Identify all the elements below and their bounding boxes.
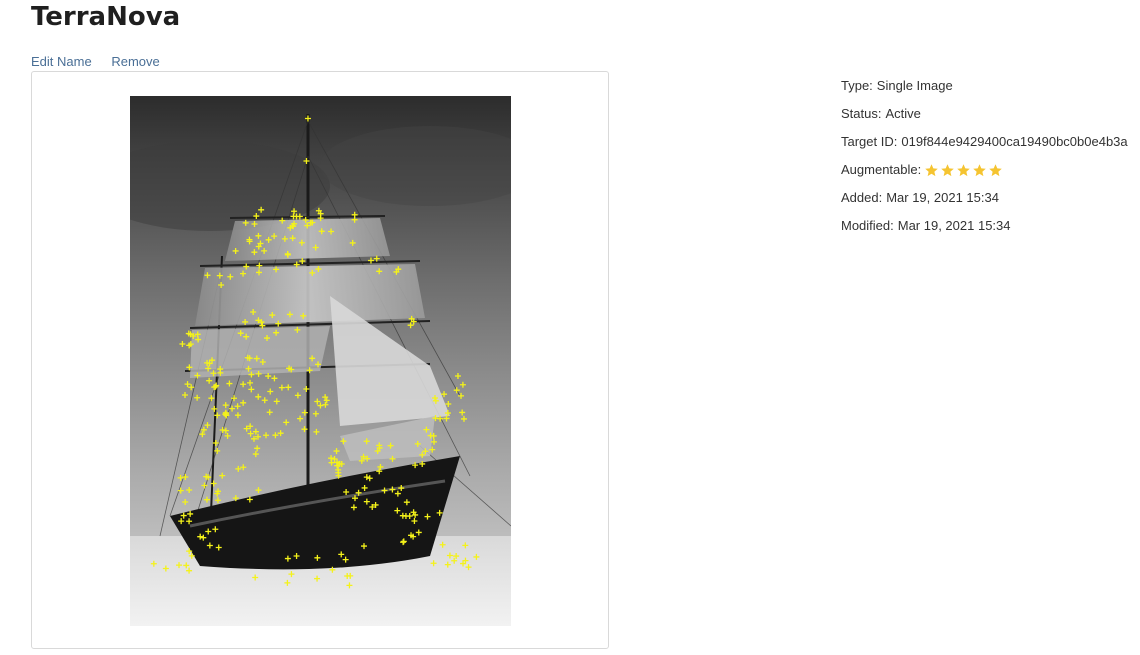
- type-label: Type:: [841, 78, 873, 93]
- star-icon: [925, 163, 938, 176]
- modified-label: Modified:: [841, 218, 894, 233]
- modified-row: Modified: Mar 19, 2021 15:34: [841, 212, 1128, 240]
- page-title: TerraNova: [31, 2, 181, 32]
- type-value: Single Image: [876, 78, 953, 93]
- ship-image: [130, 96, 511, 626]
- star-icon: [973, 163, 986, 176]
- target-id-label: Target ID:: [841, 134, 898, 149]
- status-label: Status:: [841, 106, 882, 121]
- star-icon: [941, 163, 954, 176]
- remove-link[interactable]: Remove: [111, 54, 159, 69]
- target-id-row: Target ID: 019f844e9429400ca19490bc0b0e4…: [841, 128, 1128, 156]
- star-icon: [989, 163, 1002, 176]
- target-image-panel: [31, 71, 609, 649]
- added-value: Mar 19, 2021 15:34: [886, 190, 999, 205]
- augmentable-label: Augmentable:: [841, 162, 922, 177]
- target-actions: Edit Name Remove: [31, 54, 176, 70]
- edit-name-link[interactable]: Edit Name: [31, 54, 92, 69]
- added-label: Added:: [841, 190, 883, 205]
- status-value: Active: [885, 106, 921, 121]
- added-row: Added: Mar 19, 2021 15:34: [841, 184, 1128, 212]
- status-row: Status: Active: [841, 100, 1128, 128]
- target-id-value: 019f844e9429400ca19490bc0b0e4b3a: [901, 134, 1128, 149]
- star-icon: [957, 163, 970, 176]
- augmentable-row: Augmentable:: [841, 156, 1128, 184]
- type-row: Type: Single Image: [841, 72, 1128, 100]
- target-details: Type: Single Image Status: Active Target…: [841, 72, 1128, 240]
- modified-value: Mar 19, 2021 15:34: [897, 218, 1011, 233]
- target-image: [130, 96, 511, 626]
- augmentable-rating: [924, 163, 1003, 178]
